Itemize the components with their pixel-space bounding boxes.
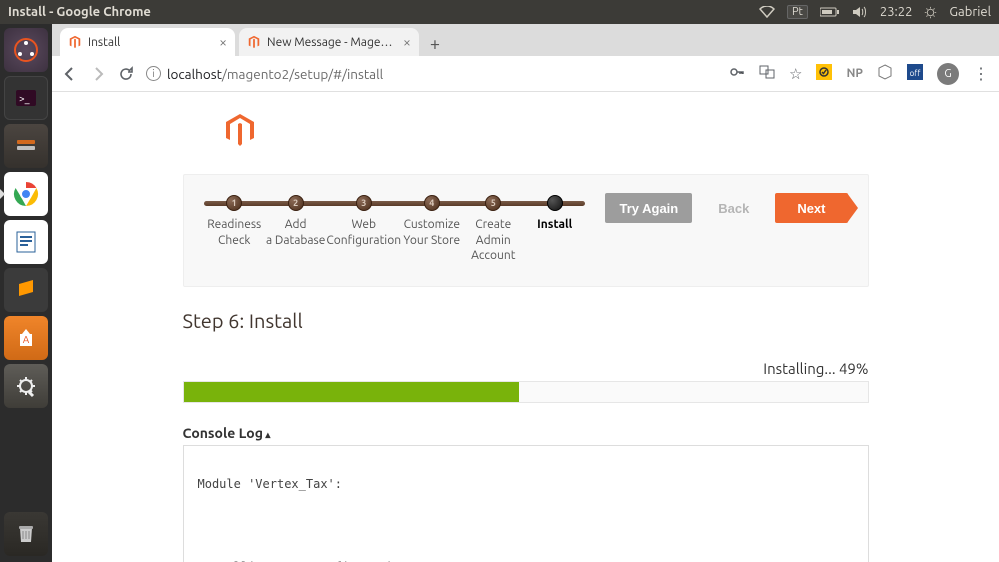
step-dot: 1 bbox=[226, 195, 242, 211]
launcher-ubuntu-software[interactable]: A bbox=[4, 316, 48, 360]
magento-favicon-icon bbox=[247, 35, 261, 49]
try-again-button[interactable]: Try Again bbox=[605, 193, 692, 223]
step-dot: 4 bbox=[424, 195, 440, 211]
step-dot: 2 bbox=[288, 195, 304, 211]
page-content: 1 ReadinessCheck 2 Adda Database 3 WebCo… bbox=[52, 92, 999, 562]
tab-close-icon[interactable]: × bbox=[219, 34, 227, 50]
url-path: /magento2/setup/#/install bbox=[222, 66, 383, 82]
forward-button[interactable] bbox=[90, 66, 106, 82]
translate-icon[interactable] bbox=[759, 64, 775, 83]
tab-title: Install bbox=[88, 36, 213, 49]
next-button[interactable]: Next bbox=[775, 193, 847, 223]
browser-tab-install[interactable]: Install × bbox=[60, 28, 235, 56]
address-bar[interactable]: i localhost/magento2/setup/#/install bbox=[146, 66, 717, 82]
wizard-panel: 1 ReadinessCheck 2 Adda Database 3 WebCo… bbox=[183, 174, 869, 287]
volume-icon[interactable] bbox=[852, 6, 868, 18]
launcher-chrome[interactable] bbox=[4, 172, 48, 216]
svg-text:>_: >_ bbox=[19, 93, 30, 104]
url-host: localhost bbox=[167, 66, 222, 82]
username-indicator[interactable]: Gabriel bbox=[949, 5, 991, 19]
progress-bar bbox=[183, 381, 869, 403]
step-dot: 5 bbox=[485, 195, 501, 211]
console-log-output[interactable]: Module 'MSP_TwoFactorAuth': Module 'Tema… bbox=[183, 445, 869, 562]
launcher-dash[interactable] bbox=[4, 28, 48, 72]
window-title: Install - Google Chrome bbox=[8, 5, 759, 19]
extension-off-icon[interactable]: off bbox=[907, 64, 923, 84]
new-tab-button[interactable]: + bbox=[423, 32, 447, 56]
svg-text:off: off bbox=[910, 69, 922, 78]
bookmark-star-icon[interactable]: ☆ bbox=[789, 65, 802, 83]
step-dot bbox=[547, 195, 563, 211]
install-status: Installing... 49% bbox=[183, 360, 869, 377]
magento-favicon-icon bbox=[68, 35, 82, 49]
browser-tab-magento-forum[interactable]: New Message - Magento F × bbox=[239, 28, 419, 56]
launcher-system-settings[interactable] bbox=[4, 364, 48, 408]
svg-text:A: A bbox=[23, 334, 30, 345]
launcher-libreoffice-writer[interactable] bbox=[4, 220, 48, 264]
step-3: 3 WebConfiguration bbox=[326, 195, 401, 264]
wifi-icon[interactable] bbox=[759, 6, 775, 18]
chrome-tabstrip: Install × New Message - Magento F × + bbox=[52, 24, 999, 56]
chrome-toolbar: i localhost/magento2/setup/#/install ☆ N… bbox=[52, 56, 999, 92]
ubuntu-menubar: Install - Google Chrome Pt 23:22 Gabriel bbox=[0, 0, 999, 24]
step-1: 1 ReadinessCheck bbox=[204, 195, 265, 264]
site-info-icon[interactable]: i bbox=[146, 66, 161, 81]
chrome-menu-icon[interactable]: ⋮ bbox=[973, 64, 989, 83]
battery-icon[interactable] bbox=[820, 7, 840, 17]
step-6-current: Install bbox=[524, 195, 585, 264]
back-button[interactable] bbox=[62, 66, 78, 82]
launcher-files[interactable] bbox=[4, 124, 48, 168]
tab-close-icon[interactable]: × bbox=[403, 34, 411, 50]
step-2: 2 Adda Database bbox=[265, 195, 326, 264]
step-title: Step 6: Install bbox=[183, 309, 869, 332]
chrome-window: Install × New Message - Magento F × + i … bbox=[52, 24, 999, 562]
extension-norton-icon[interactable] bbox=[816, 64, 832, 84]
profile-avatar[interactable]: G bbox=[937, 63, 959, 85]
clock[interactable]: 23:22 bbox=[880, 5, 913, 19]
system-menu[interactable] bbox=[924, 6, 937, 19]
launcher-terminal[interactable]: >_ bbox=[4, 76, 48, 120]
wizard-timeline: 1 ReadinessCheck 2 Adda Database 3 WebCo… bbox=[204, 193, 586, 264]
save-password-icon[interactable] bbox=[729, 64, 745, 83]
extension-np[interactable]: NP bbox=[846, 67, 863, 80]
magento-logo-icon bbox=[226, 114, 999, 150]
console-log-toggle[interactable]: Console Log bbox=[183, 425, 869, 441]
extension-cube-icon[interactable] bbox=[877, 64, 893, 84]
launcher-trash[interactable] bbox=[4, 512, 48, 556]
step-dot: 3 bbox=[356, 195, 372, 211]
ubuntu-launcher: >_ A bbox=[0, 24, 52, 562]
back-button[interactable]: Back bbox=[704, 193, 763, 223]
progress-fill bbox=[184, 382, 519, 402]
step-4: 4 CustomizeYour Store bbox=[401, 195, 462, 264]
step-5: 5 CreateAdmin Account bbox=[463, 195, 524, 264]
keyboard-layout-indicator[interactable]: Pt bbox=[787, 5, 808, 19]
launcher-sublime-text[interactable] bbox=[4, 268, 48, 312]
tab-title: New Message - Magento F bbox=[267, 36, 397, 49]
reload-button[interactable] bbox=[118, 66, 134, 82]
